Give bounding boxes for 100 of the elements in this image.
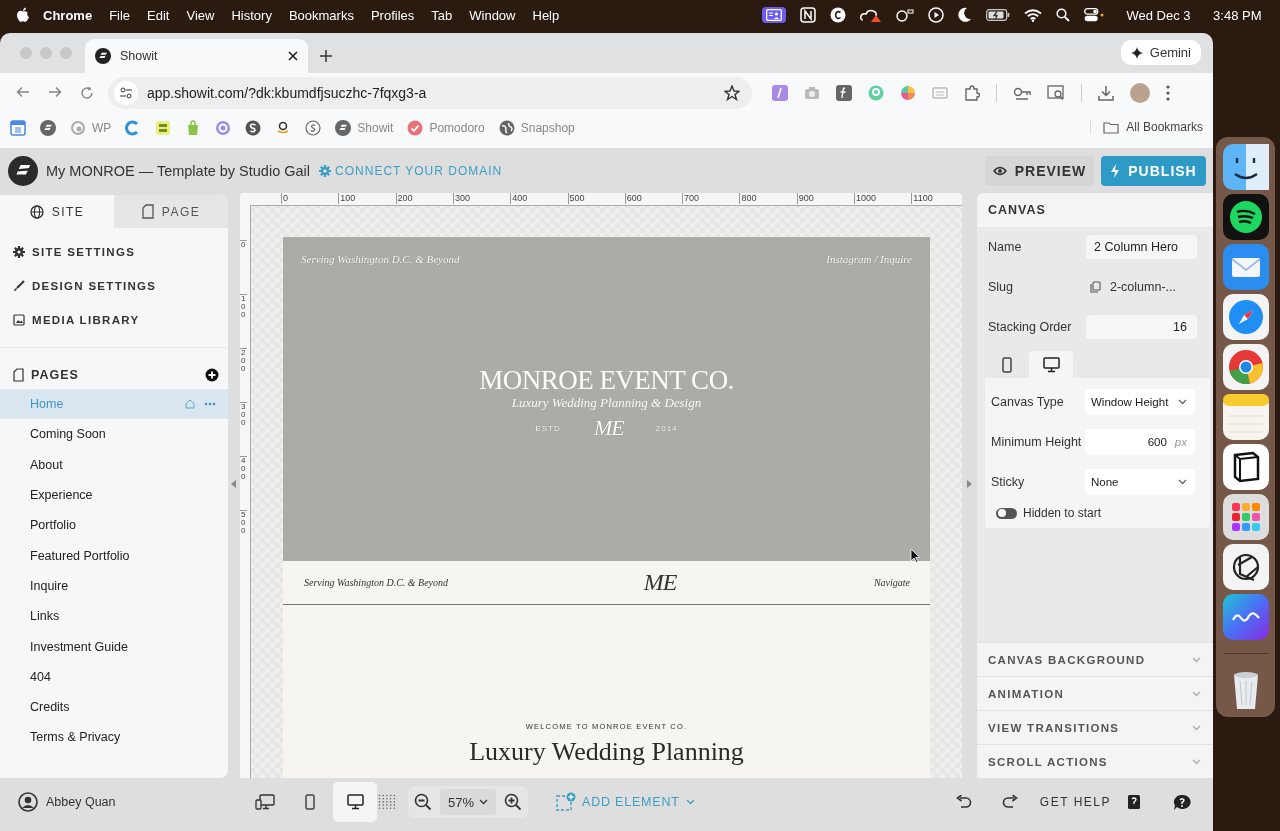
dark-circle-icon[interactable]	[245, 120, 262, 136]
phone-icon[interactable]	[305, 794, 315, 810]
toggle-switch[interactable]	[996, 507, 1017, 519]
page-item[interactable]: Credits	[0, 691, 228, 723]
phone-icon[interactable]	[1002, 356, 1012, 373]
panel-tab[interactable]: PAGE	[114, 195, 228, 228]
cube-icon[interactable]	[1222, 444, 1269, 490]
ring-icon[interactable]	[215, 120, 232, 136]
menu-item[interactable]: File	[100, 7, 139, 23]
function-tile-icon[interactable]	[836, 85, 852, 101]
page-item[interactable]: Featured Portfolio	[0, 540, 228, 571]
close-icon[interactable]	[288, 51, 298, 61]
copy-icon[interactable]	[1090, 281, 1101, 293]
zoom-out-icon[interactable]	[414, 793, 432, 811]
view-button[interactable]	[333, 782, 377, 822]
browser-logo-icon[interactable]	[1222, 344, 1269, 390]
page-item[interactable]: Terms & Privacy	[0, 722, 228, 753]
bookmark[interactable]: Showit	[335, 120, 394, 136]
monitor-icon[interactable]	[1042, 356, 1060, 373]
gemini-button[interactable]: Gemini	[1120, 40, 1201, 65]
settings-link[interactable]: SITE SETTINGS	[0, 235, 228, 269]
help-icon[interactable]	[1173, 793, 1191, 811]
grid-dots-icon[interactable]	[378, 794, 396, 810]
plus-icon[interactable]	[320, 50, 332, 62]
bookmark[interactable]: Pomodoro	[407, 120, 485, 136]
preview-button[interactable]: PREVIEW	[985, 155, 1094, 186]
page-item[interactable]: About	[0, 449, 228, 480]
menu-item[interactable]: Tab	[422, 7, 461, 23]
menu-item[interactable]: Edit	[138, 7, 178, 23]
section-header[interactable]: CANVAS BACKGROUND	[977, 642, 1213, 676]
settings-link[interactable]: MEDIA LIBRARY	[0, 303, 228, 337]
showit-icon[interactable]	[335, 120, 352, 136]
forward-arrow-icon[interactable]	[48, 86, 62, 98]
bookmark[interactable]: Snapshop	[498, 120, 575, 136]
tile-icon[interactable]	[155, 120, 172, 136]
page-item[interactable]: Experience	[0, 479, 228, 511]
page-item[interactable]: Coming Soon	[0, 419, 228, 450]
all-bookmarks[interactable]: All Bookmarks	[1090, 120, 1203, 134]
select-field[interactable]: None	[1085, 469, 1195, 495]
add-page-icon[interactable]	[205, 368, 219, 382]
showit-icon[interactable]	[40, 120, 56, 136]
sound-waves-icon[interactable]	[1222, 194, 1269, 240]
star-icon[interactable]	[724, 85, 740, 101]
zoom-in-icon[interactable]	[504, 793, 523, 811]
menu-item[interactable]: Bookmarks	[280, 7, 363, 23]
envelope-icon[interactable]	[1222, 244, 1269, 290]
page-search-icon[interactable]	[1047, 85, 1065, 101]
outline-circle-icon[interactable]	[305, 120, 322, 136]
page-item[interactable]: Links	[0, 601, 228, 632]
zoom-select[interactable]: 57%	[440, 789, 497, 815]
apple-icon[interactable]	[16, 7, 30, 23]
toggle-icon[interactable]	[896, 8, 914, 22]
wifi-icon[interactable]	[1024, 8, 1042, 22]
select-field[interactable]: Window Height	[1085, 389, 1195, 415]
face-icon[interactable]	[1222, 144, 1269, 190]
section-header[interactable]: VIEW TRANSITIONS	[977, 710, 1213, 744]
knot-icon[interactable]	[1222, 544, 1269, 590]
section-header[interactable]: SCROLL ACTIONS	[977, 744, 1213, 778]
menu-item[interactable]: Help	[524, 7, 568, 23]
showit-logo-icon[interactable]	[8, 155, 38, 186]
check-circle-icon[interactable]	[407, 120, 424, 136]
calendar-icon[interactable]	[10, 120, 26, 136]
menu-item[interactable]: View	[178, 7, 223, 23]
reload-icon[interactable]	[80, 86, 94, 100]
section-header[interactable]: ANIMATION	[977, 676, 1213, 710]
play-icon[interactable]	[928, 7, 944, 23]
extension-tile-icon[interactable]	[772, 85, 788, 101]
control-center-icon[interactable]	[1084, 8, 1104, 22]
expand-right-icon[interactable]	[967, 480, 972, 488]
color-wheel-icon[interactable]	[900, 85, 916, 101]
gradient-tile-icon[interactable]	[1222, 594, 1269, 640]
key-icon[interactable]	[1013, 86, 1031, 100]
input-field[interactable]: 16	[1086, 315, 1197, 339]
monitor-phone-icon[interactable]	[255, 794, 275, 810]
more-icon[interactable]	[204, 402, 216, 407]
input-field[interactable]: 600 px	[1085, 429, 1195, 455]
collapse-left-icon[interactable]	[231, 480, 236, 488]
search-icon[interactable]	[1056, 8, 1070, 22]
moon-icon[interactable]	[958, 7, 972, 23]
address-bar[interactable]: app.showit.com/?dk:kbumdfjsuczhc-7fqxg3-a	[108, 77, 752, 109]
page-item[interactable]: Inquire	[0, 570, 228, 602]
compass-icon[interactable]	[1222, 294, 1269, 340]
page-item[interactable]: Investment Guide	[0, 631, 228, 662]
puzzle-icon[interactable]	[964, 85, 980, 101]
browser-tab[interactable]: Showit	[85, 39, 308, 73]
page-item[interactable]: Portfolio	[0, 510, 228, 541]
book-icon[interactable]	[1127, 794, 1141, 810]
more-vertical-icon[interactable]	[1166, 85, 1170, 101]
get-help-button[interactable]: GET HELP	[1039, 795, 1111, 809]
monitor-icon[interactable]	[346, 794, 364, 810]
input-field[interactable]: 2 Column Hero	[1086, 235, 1197, 259]
notepad-icon[interactable]	[1222, 394, 1269, 440]
globe-icon[interactable]	[498, 120, 515, 136]
app-grid-icon[interactable]	[1222, 494, 1269, 540]
page-item[interactable]: 404	[0, 661, 228, 692]
device-tab[interactable]	[1029, 351, 1073, 378]
user-icon[interactable]	[18, 792, 38, 812]
nav-link[interactable]: Navigate	[873, 577, 910, 588]
download-icon[interactable]	[1098, 85, 1114, 101]
settings-link[interactable]: DESIGN SETTINGS	[0, 269, 228, 303]
